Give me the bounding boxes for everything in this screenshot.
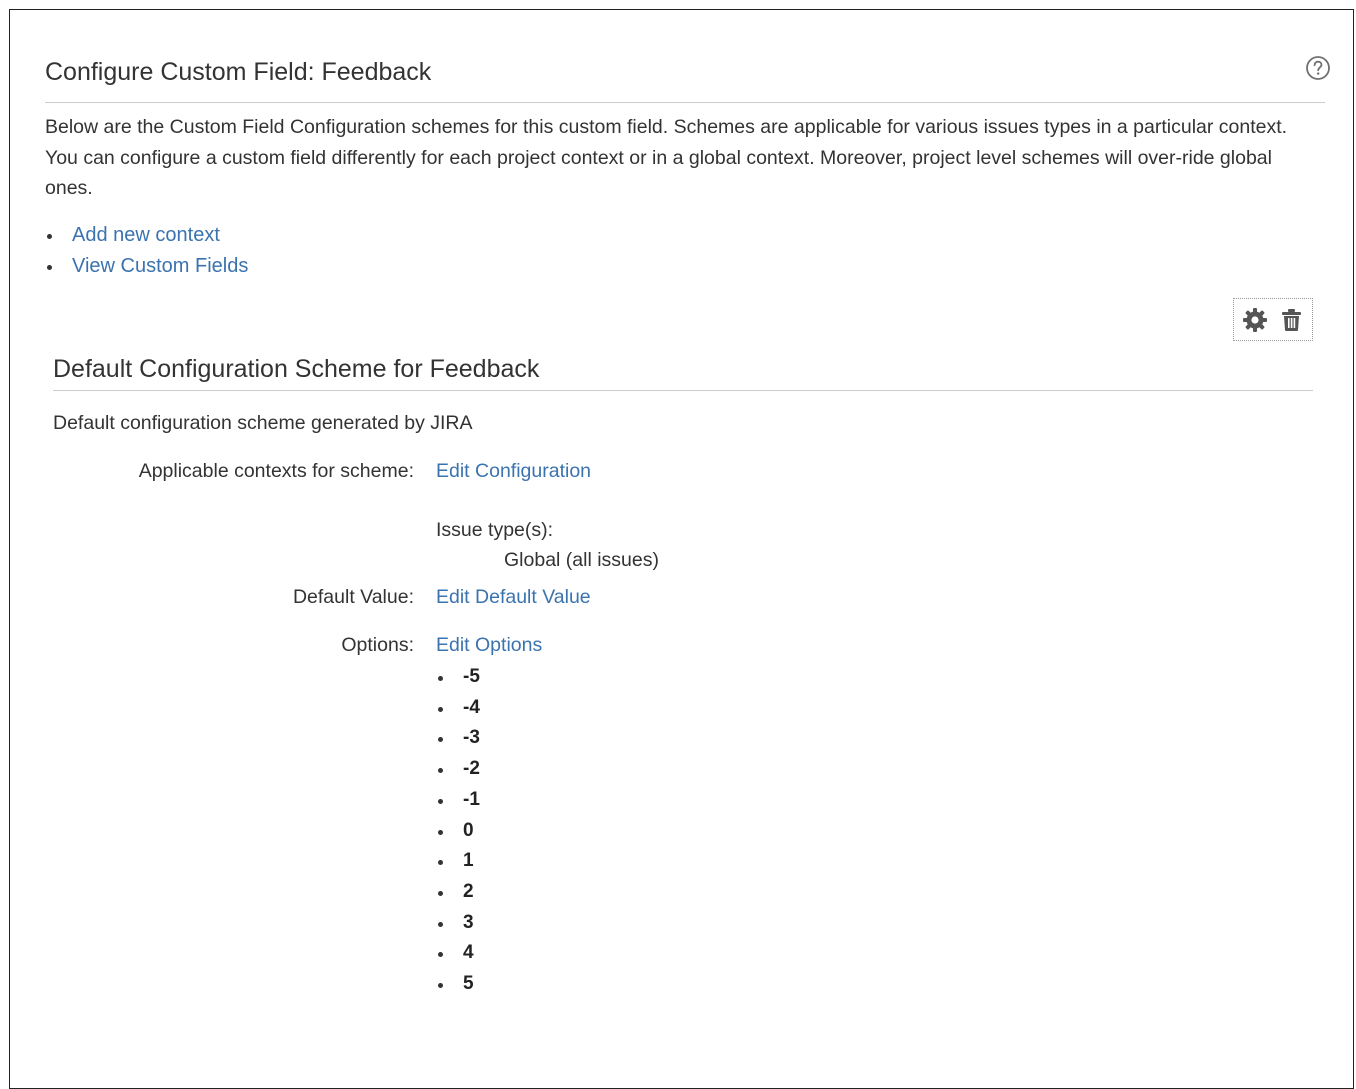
contexts-label: Applicable contexts for scheme: [138,460,414,482]
option-item: -2 [436,754,480,785]
view-custom-fields-link[interactable]: View Custom Fields [72,255,248,277]
option-item: -3 [436,723,480,754]
option-item: 0 [436,816,480,847]
edit-default-value-link[interactable]: Edit Default Value [436,582,591,612]
page-frame: Configure Custom Field: Feedback Below a… [9,9,1354,1089]
action-links: Add new context View Custom Fields [45,220,248,282]
option-item: 4 [436,938,480,969]
default-value-label: Default Value: [292,586,414,608]
options-label: Options: [341,634,414,656]
list-item: View Custom Fields [45,251,248,282]
page-description: Below are the Custom Field Configuration… [45,116,1288,199]
option-item: 3 [436,908,480,939]
option-item: -4 [436,693,480,724]
trash-icon[interactable] [1281,308,1302,332]
edit-options-link[interactable]: Edit Options [436,630,542,660]
scheme-header: Default Configuration Scheme for Feedbac… [53,350,1313,391]
page-header: Configure Custom Field: Feedback [45,55,1330,103]
scheme-title: Default Configuration Scheme for Feedbac… [53,355,540,383]
question-circle-icon[interactable] [1305,55,1331,81]
option-item: 5 [436,969,480,1000]
page-title: Configure Custom Field: Feedback [45,58,432,86]
option-item: -5 [436,662,480,693]
options-list: -5 -4 -3 -2 -1 0 1 2 3 4 5 [436,662,480,1000]
edit-configuration-link[interactable]: Edit Configuration [436,456,591,486]
option-item: -1 [436,785,480,816]
issue-types-label: Issue type(s): [436,519,554,541]
scheme-tools [1233,298,1313,341]
add-new-context-link[interactable]: Add new context [72,224,220,246]
issue-types-value: Global (all issues) [504,549,659,571]
scheme-description: Default configuration scheme generated b… [53,412,473,434]
option-item: 1 [436,846,480,877]
list-item: Add new context [45,220,248,251]
option-item: 2 [436,877,480,908]
gear-icon[interactable] [1242,307,1268,333]
